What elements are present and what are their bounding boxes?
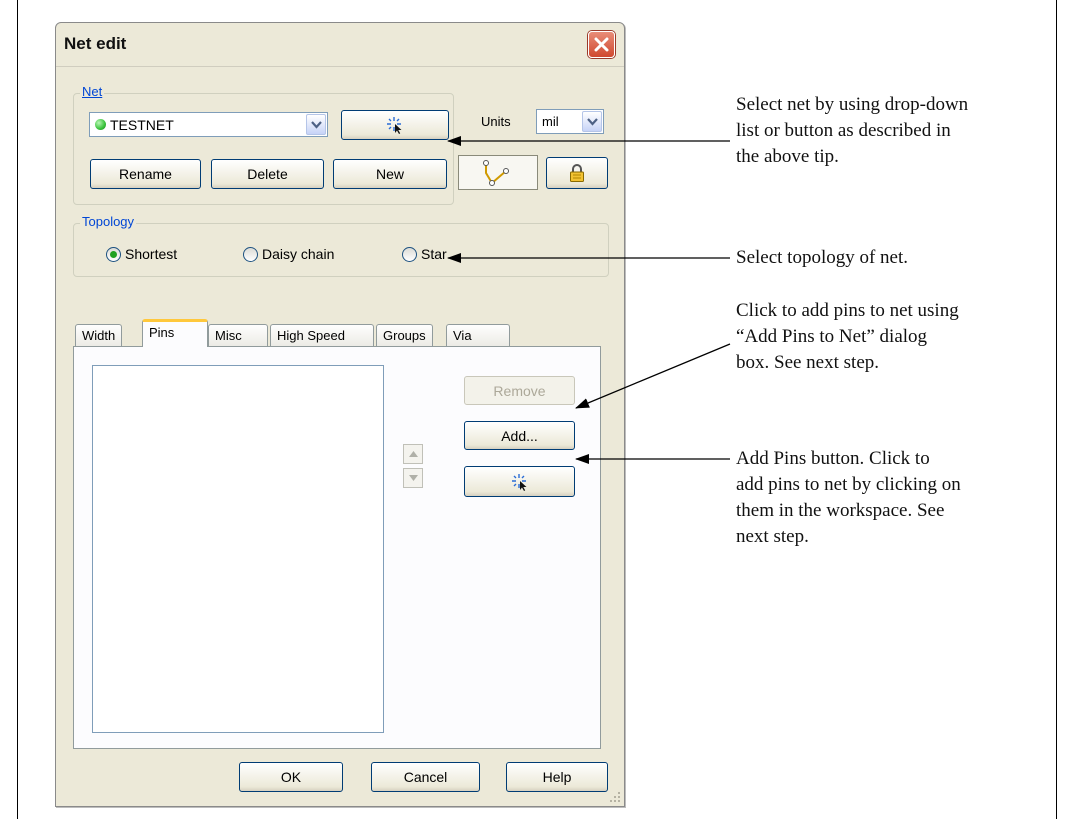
- annotation-line: them in the workspace. See: [736, 500, 945, 521]
- callout-arrow-add: [575, 343, 731, 409]
- annotation-select-topology: Select topology of net.: [736, 245, 908, 271]
- annotation-line: the above tip.: [736, 146, 839, 167]
- annotation-line: next step.: [736, 526, 809, 547]
- annotation-line: “Add Pins to Net” dialog: [736, 326, 928, 347]
- annotation-select-net: Select net by using drop-down list or bu…: [736, 92, 968, 170]
- annotation-line: Click to add pins to net using: [736, 300, 959, 321]
- tab-label: Pins: [149, 325, 175, 340]
- annotation-line: Select net by using drop-down: [736, 94, 969, 115]
- annotation-add-pins-dialog: Click to add pins to net using “Add Pins…: [736, 298, 959, 376]
- annotation-add-pins-button: Add Pins button. Click to add pins to ne…: [736, 446, 961, 550]
- annotation-line: Select topology of net.: [736, 247, 909, 268]
- annotation-line: Add Pins button. Click to: [736, 448, 930, 469]
- annotation-line: list or button as described in: [736, 120, 951, 141]
- tab-pins[interactable]: Pins: [142, 319, 208, 347]
- annotation-line: box. See next step.: [736, 352, 880, 373]
- annotation-line: add pins to net by clicking on: [736, 474, 961, 495]
